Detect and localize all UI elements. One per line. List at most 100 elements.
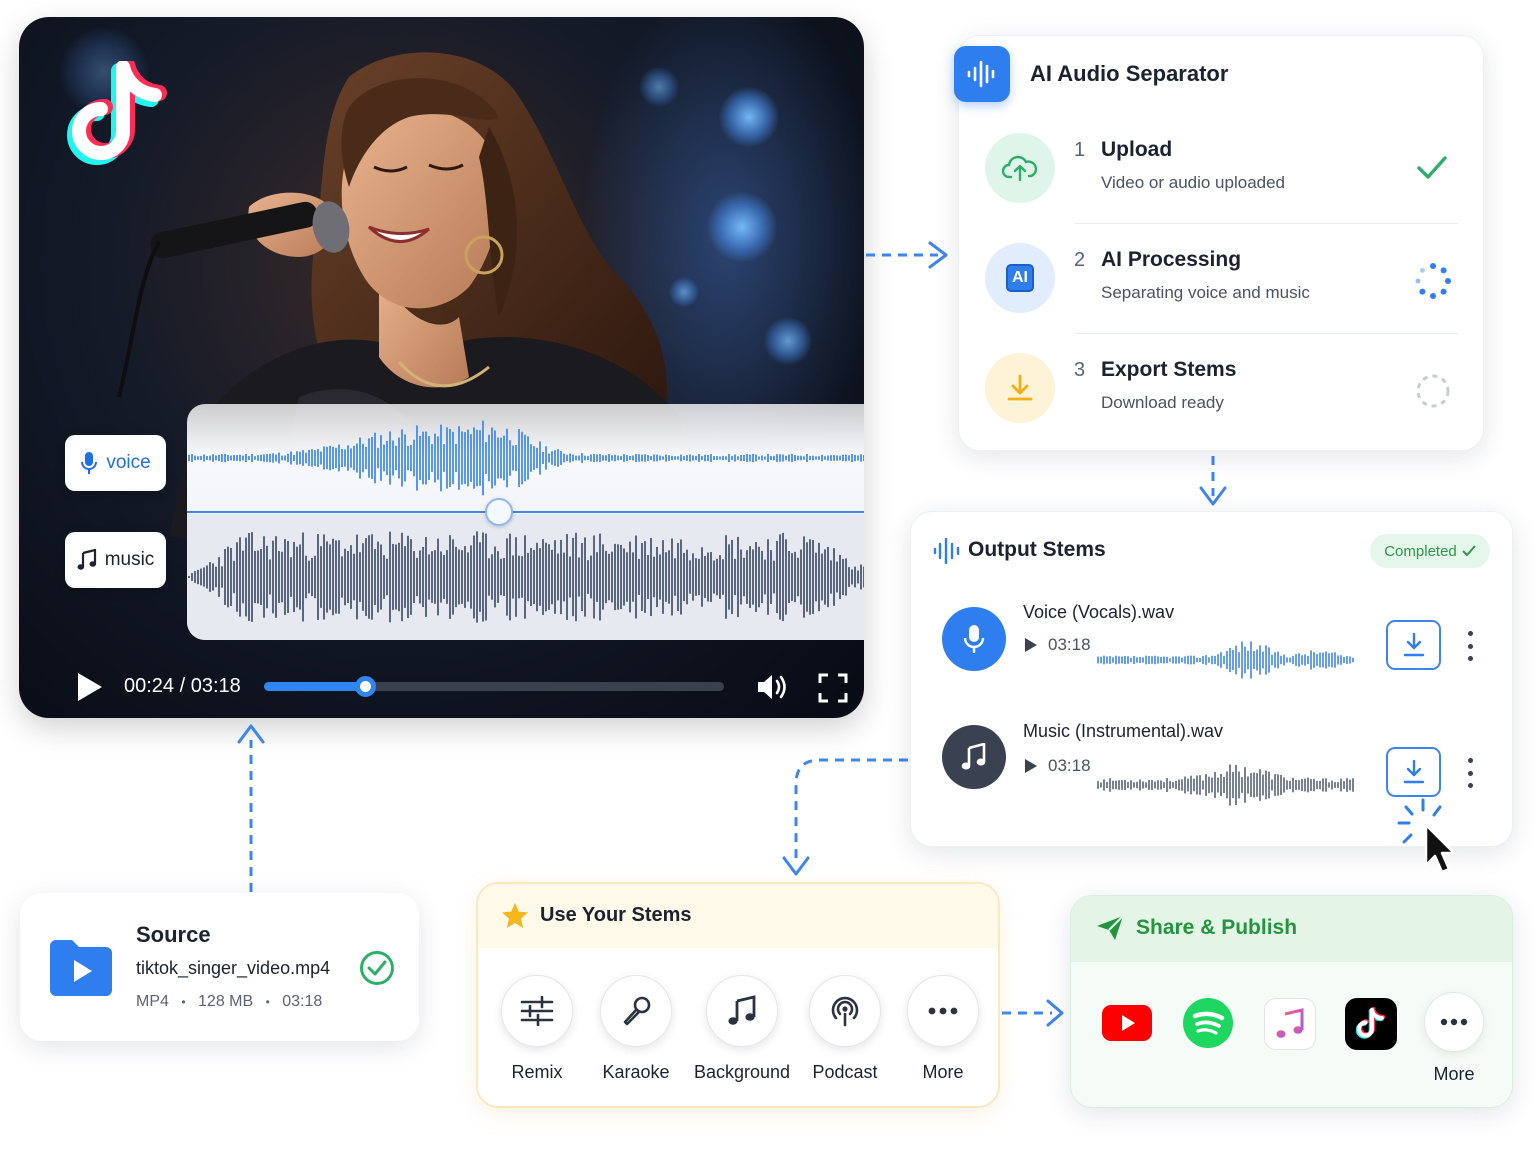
- current-time: 00:24: [124, 675, 175, 697]
- volume-icon[interactable]: [756, 672, 790, 702]
- more-icon: [1440, 1018, 1468, 1026]
- checkmark-icon: [1417, 156, 1447, 179]
- waveform-app-icon: [954, 46, 1010, 102]
- remix-button[interactable]: [501, 975, 573, 1047]
- tool-label: Background: [693, 1062, 791, 1082]
- podcast-button[interactable]: [809, 975, 881, 1047]
- youtube-icon[interactable]: [1102, 998, 1152, 1048]
- step-name: AI Processing: [1101, 248, 1242, 271]
- music-note-icon: [961, 743, 986, 770]
- more-icon: [928, 1007, 958, 1015]
- spotify-icon[interactable]: [1183, 998, 1233, 1048]
- waveform-scrub-handle[interactable]: [485, 498, 513, 526]
- checkmark-icon: [1462, 545, 1476, 557]
- podcast-icon: [831, 996, 859, 1027]
- tiktok-logo-icon: [67, 61, 167, 165]
- stem-play-row[interactable]: 03:18: [1024, 756, 1091, 776]
- progress-knob[interactable]: [355, 676, 377, 697]
- play-icon[interactable]: [1024, 637, 1038, 653]
- step-number: 1: [1074, 139, 1086, 161]
- tool-label: More: [922, 1062, 964, 1082]
- stem-duration: 03:18: [1048, 756, 1091, 775]
- source-filename: tiktok_singer_video.mp4: [136, 958, 331, 978]
- microphone-icon: [623, 996, 651, 1026]
- music-track-label[interactable]: music: [65, 532, 166, 588]
- video-player[interactable]: voice music 00:24 / 03:18: [19, 17, 864, 718]
- play-icon[interactable]: [75, 671, 105, 703]
- completed-badge: Completed: [1370, 534, 1490, 568]
- more-options-icon[interactable]: [1462, 758, 1478, 788]
- source-duration: 03:18: [282, 993, 323, 1010]
- music-note-icon: [77, 549, 96, 570]
- playback-time: 00:24 / 03:18: [124, 675, 241, 698]
- step-description: Download ready: [1101, 393, 1224, 412]
- vocals-avatar: [942, 607, 1006, 671]
- time-separator: /: [174, 675, 191, 697]
- player-controls: 00:24 / 03:18: [19, 657, 864, 718]
- source-size: 128 MB: [198, 993, 254, 1010]
- vocals-waveform: [1097, 641, 1354, 679]
- ai-badge-text: AI: [1006, 264, 1034, 292]
- stem-play-row[interactable]: 03:18: [1024, 635, 1091, 655]
- share-more-label: More: [1433, 1064, 1475, 1084]
- video-folder-icon: [50, 940, 112, 996]
- pending-spinner-icon: [1416, 374, 1450, 408]
- apple-music-icon[interactable]: [1264, 998, 1316, 1050]
- source-title: Source: [136, 922, 211, 947]
- stem-filename: Music (Instrumental).wav: [1023, 721, 1224, 741]
- step-description: Separating voice and music: [1101, 283, 1310, 302]
- step-export-stems: 3 Export Stems Download ready: [985, 353, 1465, 445]
- stem-filename: Voice (Vocals).wav: [1023, 602, 1175, 622]
- voice-track-label[interactable]: voice: [65, 435, 166, 491]
- background-button[interactable]: [706, 975, 778, 1047]
- music-note-icon: [728, 995, 756, 1025]
- track-divider: [187, 511, 864, 513]
- download-icon: [985, 353, 1055, 423]
- star-icon: [502, 903, 528, 928]
- step-number: 2: [1074, 249, 1086, 271]
- step-upload: 1 Upload Video or audio uploaded: [985, 133, 1465, 225]
- loading-spinner-icon: [1415, 263, 1451, 299]
- tool-label: Karaoke: [602, 1062, 670, 1082]
- step-name: Export Stems: [1101, 358, 1237, 381]
- meta-separator: •: [265, 995, 270, 1009]
- progress-bar[interactable]: [264, 676, 724, 697]
- step-ai-processing: AI 2 AI Processing Separating voice and …: [985, 243, 1465, 335]
- sliders-icon: [520, 996, 554, 1026]
- step-name: Upload: [1101, 138, 1173, 161]
- waveform-icon: [933, 538, 960, 564]
- download-icon: [1403, 632, 1424, 657]
- cursor-click-icon: [1397, 798, 1456, 874]
- use-stems-title: Use Your Stems: [540, 904, 692, 926]
- tiktok-icon[interactable]: [1345, 998, 1397, 1050]
- play-icon[interactable]: [1024, 758, 1038, 774]
- send-icon: [1097, 915, 1124, 940]
- more-platforms-button[interactable]: [1424, 992, 1484, 1052]
- share-title: Share & Publish: [1136, 916, 1298, 939]
- microphone-icon: [81, 452, 98, 474]
- download-instrumental-button[interactable]: [1386, 747, 1441, 797]
- karaoke-button[interactable]: [600, 975, 672, 1047]
- stem-duration: 03:18: [1048, 635, 1091, 654]
- source-meta: MP4 • 128 MB • 03:18: [136, 993, 322, 1011]
- source-format: MP4: [136, 993, 169, 1010]
- step-divider: [1075, 333, 1458, 334]
- progress-fill: [264, 682, 366, 691]
- step-number: 3: [1074, 359, 1086, 381]
- waveform-panel[interactable]: [187, 404, 864, 640]
- total-duration: 03:18: [190, 675, 241, 697]
- more-options-icon[interactable]: [1462, 631, 1478, 661]
- microphone-icon: [963, 625, 985, 653]
- output-stems-title: Output Stems: [968, 538, 1106, 561]
- step-divider: [1075, 223, 1458, 224]
- more-tools-button[interactable]: [907, 975, 979, 1047]
- music-label-text: music: [104, 549, 155, 570]
- download-vocals-button[interactable]: [1386, 620, 1441, 670]
- meta-separator: •: [181, 995, 186, 1009]
- separator-title: AI Audio Separator: [1030, 61, 1229, 86]
- download-icon: [1403, 759, 1424, 784]
- instrumental-avatar: [942, 725, 1006, 789]
- check-circle-icon: [360, 951, 394, 985]
- ai-chip-icon: AI: [985, 243, 1055, 313]
- fullscreen-icon[interactable]: [818, 673, 848, 703]
